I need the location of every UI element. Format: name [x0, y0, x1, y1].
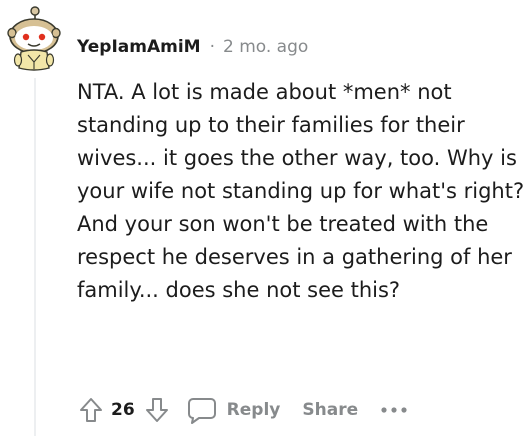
reply-label[interactable]: Reply: [227, 400, 281, 420]
downvote-arrow-icon: [145, 398, 168, 422]
vote-score: 26: [111, 400, 135, 420]
upvote-arrow-icon: [80, 398, 102, 422]
thread-line[interactable]: [34, 78, 36, 436]
header-separator: ·: [209, 37, 215, 57]
downvote-button[interactable]: [139, 392, 175, 428]
comment-actions: 26 Reply Share: [73, 390, 408, 430]
comment-header: YepIamAmiM · 2 mo. ago: [77, 34, 308, 60]
share-button[interactable]: Share: [302, 400, 358, 420]
comment-body: NTA. A lot is made about *men* not stand…: [77, 80, 525, 302]
snoo-avatar-icon: [7, 6, 61, 71]
more-options-button[interactable]: [380, 395, 408, 425]
more-options-icon: [381, 407, 407, 413]
comment-timestamp[interactable]: 2 mo. ago: [223, 37, 308, 57]
reply-button[interactable]: Reply: [187, 396, 281, 424]
avatar[interactable]: [4, 0, 64, 76]
upvote-button[interactable]: [73, 392, 109, 428]
comment-bubble-icon: [187, 398, 216, 424]
author-username[interactable]: YepIamAmiM: [77, 37, 201, 57]
